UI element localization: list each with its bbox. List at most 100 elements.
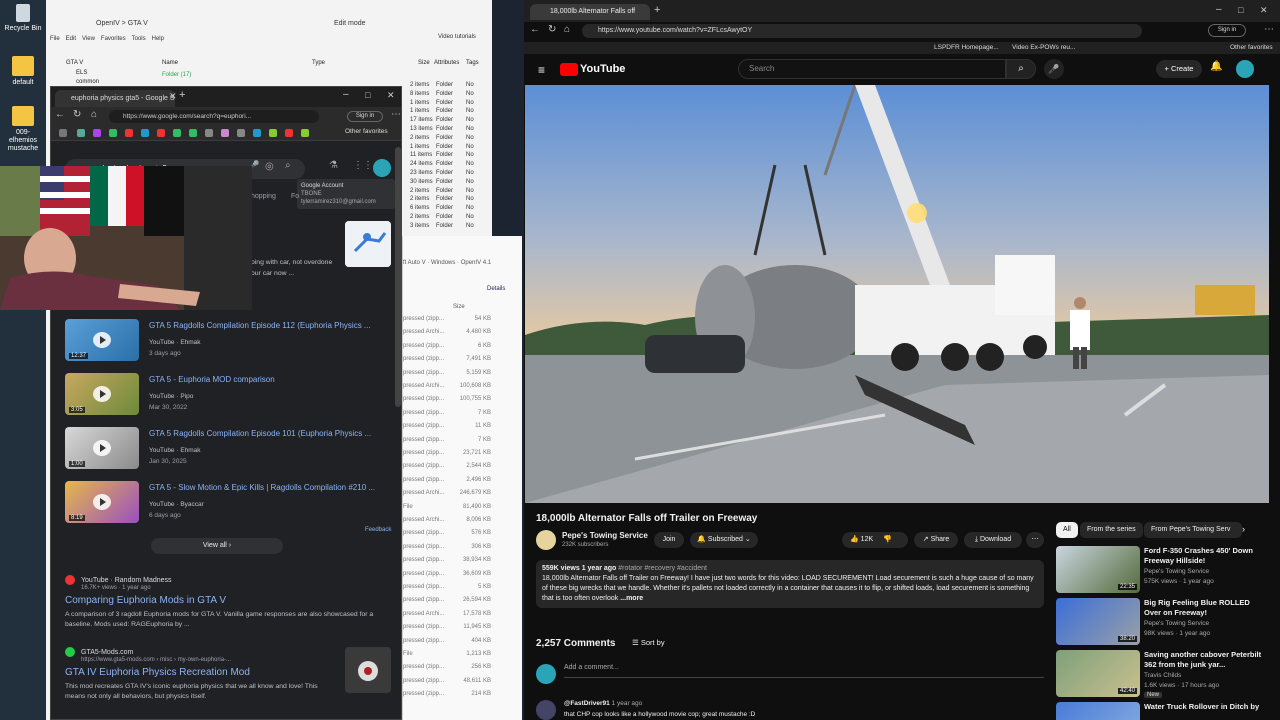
file-row[interactable]: File 1,213 KB [403, 651, 491, 657]
file-row[interactable]: 1 items Folder No [410, 100, 474, 106]
scrollbar[interactable] [395, 147, 401, 407]
file-row[interactable]: pressed Archi... 100,608 KB [403, 383, 491, 389]
description-box[interactable]: 559K views 1 year ago #rotator #recovery… [536, 560, 1044, 608]
more-menu-icon[interactable]: ⋯ [391, 109, 401, 120]
bookmark-icon[interactable] [93, 129, 101, 137]
home-icon[interactable]: ⌂ [91, 109, 97, 120]
file-row[interactable]: pressed (zipp... 5 KB [403, 584, 491, 590]
column-tags[interactable]: Tags [466, 60, 479, 66]
recommended-video[interactable]: 22:35 Ford F-350 Crashes 450' Down Freew… [1056, 546, 1266, 594]
folder-icon[interactable]: default [2, 56, 44, 87]
bookmark-icon[interactable] [157, 129, 165, 137]
video-thumbnail[interactable]: 38:20 [1056, 598, 1140, 645]
filter-more[interactable]: Fo [291, 193, 299, 200]
tab-google-search[interactable]: euphoria physics gta5 - Google S [55, 90, 175, 107]
mic-icon[interactable]: 🎤 [1044, 59, 1064, 79]
file-row[interactable]: pressed (zipp... 404 KB [403, 638, 491, 644]
file-row[interactable]: 3 items Folder No [410, 223, 474, 229]
result-thumbnail[interactable] [345, 221, 391, 267]
video-title[interactable]: GTA 5 Ragdolls Compilation Episode 101 (… [149, 429, 371, 438]
recommended-video[interactable]: 38:20 Big Rig Feeling Blue ROLLED Over o… [1056, 598, 1266, 646]
video-title[interactable]: Saving another cabover Peterbilt 362 fro… [1144, 650, 1262, 670]
file-row[interactable]: 17 items Folder No [410, 117, 474, 123]
bookmark-lspdfr[interactable]: LSPDFR Homepage... [934, 44, 999, 51]
folder-icon[interactable]: 009-elhemios mustache [2, 106, 44, 153]
recommended-video[interactable]: 42:40 Saving another cabover Peterbilt 3… [1056, 650, 1266, 698]
file-row[interactable]: pressed (zipp... 576 KB [403, 530, 491, 536]
add-comment-input[interactable]: Add a comment... [564, 664, 1044, 678]
video-result[interactable]: 12:37 GTA 5 Ragdolls Compilation Episode… [65, 319, 385, 365]
video-result[interactable]: 1:00 GTA 5 Ragdolls Compilation Episode … [65, 427, 385, 473]
file-row[interactable]: 2 items Folder No [410, 188, 474, 194]
file-row[interactable]: pressed (zipp... 214 KB [403, 691, 491, 697]
file-row[interactable]: pressed (zipp... 7 KB [403, 437, 491, 443]
other-favorites[interactable]: Other favorites [1230, 44, 1273, 51]
commenter-avatar[interactable] [536, 700, 556, 720]
file-row[interactable]: pressed (zipp... 6 KB [403, 343, 491, 349]
bookmark-icon[interactable] [125, 129, 133, 137]
video-thumbnail[interactable]: 22:35 [1056, 546, 1140, 593]
details-button[interactable]: Details [487, 286, 505, 292]
size-header[interactable]: Size [453, 304, 465, 310]
bookmark-icon[interactable] [77, 129, 85, 137]
filter-shopping[interactable]: hopping [251, 193, 276, 200]
recycle-bin-icon[interactable]: Recycle Bin [2, 4, 44, 33]
bookmark-icon[interactable] [269, 129, 277, 137]
bell-icon[interactable]: 🔔 [1210, 61, 1222, 72]
menu-tools[interactable]: Tools [132, 36, 146, 42]
file-row[interactable]: pressed (zipp... 5,159 KB [403, 370, 491, 376]
video-thumbnail[interactable]: 1:00 [65, 427, 139, 469]
new-tab-icon[interactable]: + [179, 89, 185, 101]
create-button[interactable]: + Create [1156, 60, 1202, 78]
file-row[interactable]: pressed Archi... 4,480 KB [403, 329, 491, 335]
channel-avatar[interactable] [536, 530, 556, 550]
file-row[interactable]: pressed (zipp... 7 KB [403, 410, 491, 416]
file-row[interactable]: pressed (zipp... 11 KB [403, 423, 491, 429]
file-row[interactable]: pressed (zipp... 100,755 KB [403, 396, 491, 402]
file-row[interactable]: 13 items Folder No [410, 126, 474, 132]
menu-help[interactable]: Help [152, 36, 164, 42]
like-button[interactable]: 👍 12K 👎 [842, 532, 908, 548]
video-title[interactable]: Ford F-350 Crashes 450' Down Freeway Hil… [1144, 546, 1262, 566]
result-thumbnail[interactable] [345, 647, 391, 693]
bookmark-icon[interactable] [237, 129, 245, 137]
more-actions-icon[interactable]: ⋯ [1026, 532, 1044, 548]
video-result[interactable]: 8:19 GTA 5 - Slow Motion & Epic Kills | … [65, 481, 385, 527]
url-input[interactable]: https://www.google.com/search?q=euphori.… [109, 110, 319, 123]
file-row[interactable]: pressed (zipp... 23,721 KB [403, 450, 491, 456]
video-thumbnail[interactable]: 8:19 [65, 481, 139, 523]
file-row[interactable]: 11 items Folder No [410, 152, 474, 158]
file-row[interactable]: pressed (zipp... 256 KB [403, 664, 491, 670]
home-icon[interactable]: ⌂ [564, 24, 570, 35]
file-row[interactable]: 1 items Folder No [410, 108, 474, 114]
video-title[interactable]: GTA 5 - Euphoria MOD comparison [149, 375, 275, 384]
file-row[interactable]: 24 items Folder No [410, 161, 474, 167]
chip-from-channel[interactable]: From Pepe's Towing Serv [1144, 522, 1242, 538]
url-input[interactable]: https://www.youtube.com/watch?v=ZFLcsAwy… [582, 24, 1142, 38]
join-button[interactable]: Join [654, 532, 684, 548]
sign-in-button[interactable]: Sign in [1208, 24, 1246, 37]
maximize-icon[interactable]: □ [1238, 5, 1243, 15]
menu-edit[interactable]: Edit [66, 36, 76, 42]
tree-item[interactable]: ELS [76, 70, 87, 76]
tree-root[interactable]: GTA V [66, 60, 83, 66]
video-title[interactable]: Big Rig Feeling Blue ROLLED Over on Free… [1144, 598, 1262, 618]
bookmark-video[interactable]: Video Ex-POWs reu... [1012, 44, 1075, 51]
minimize-icon[interactable]: – [343, 89, 349, 100]
sort-by-button[interactable]: ☰ Sort by [632, 638, 665, 647]
file-row[interactable]: 1 items Folder No [410, 144, 474, 150]
apps-grid-icon[interactable]: ⋮⋮ [353, 160, 373, 171]
menu-favorites[interactable]: Favorites [101, 36, 126, 42]
feedback-link[interactable]: Feedback [365, 527, 391, 533]
close-window-icon[interactable]: ✕ [1260, 5, 1268, 16]
subscribed-button[interactable]: 🔔 Subscribed ⌄ [690, 532, 758, 548]
file-row[interactable]: pressed (zipp... 11,945 KB [403, 624, 491, 630]
bookmark-icon[interactable] [59, 129, 67, 137]
recommended-video[interactable]: Water Truck Rollover in Ditch by [1056, 702, 1266, 720]
file-row[interactable]: pressed Archi... 246,679 KB [403, 490, 491, 496]
thumbs-down-icon[interactable]: 👎 [883, 536, 892, 543]
video-title[interactable]: Water Truck Rollover in Ditch by [1144, 702, 1262, 712]
download-button[interactable]: ⤓ Download [964, 532, 1022, 548]
file-row[interactable]: 6 items Folder No [410, 205, 474, 211]
search-icon[interactable]: ⌕ [285, 160, 291, 171]
